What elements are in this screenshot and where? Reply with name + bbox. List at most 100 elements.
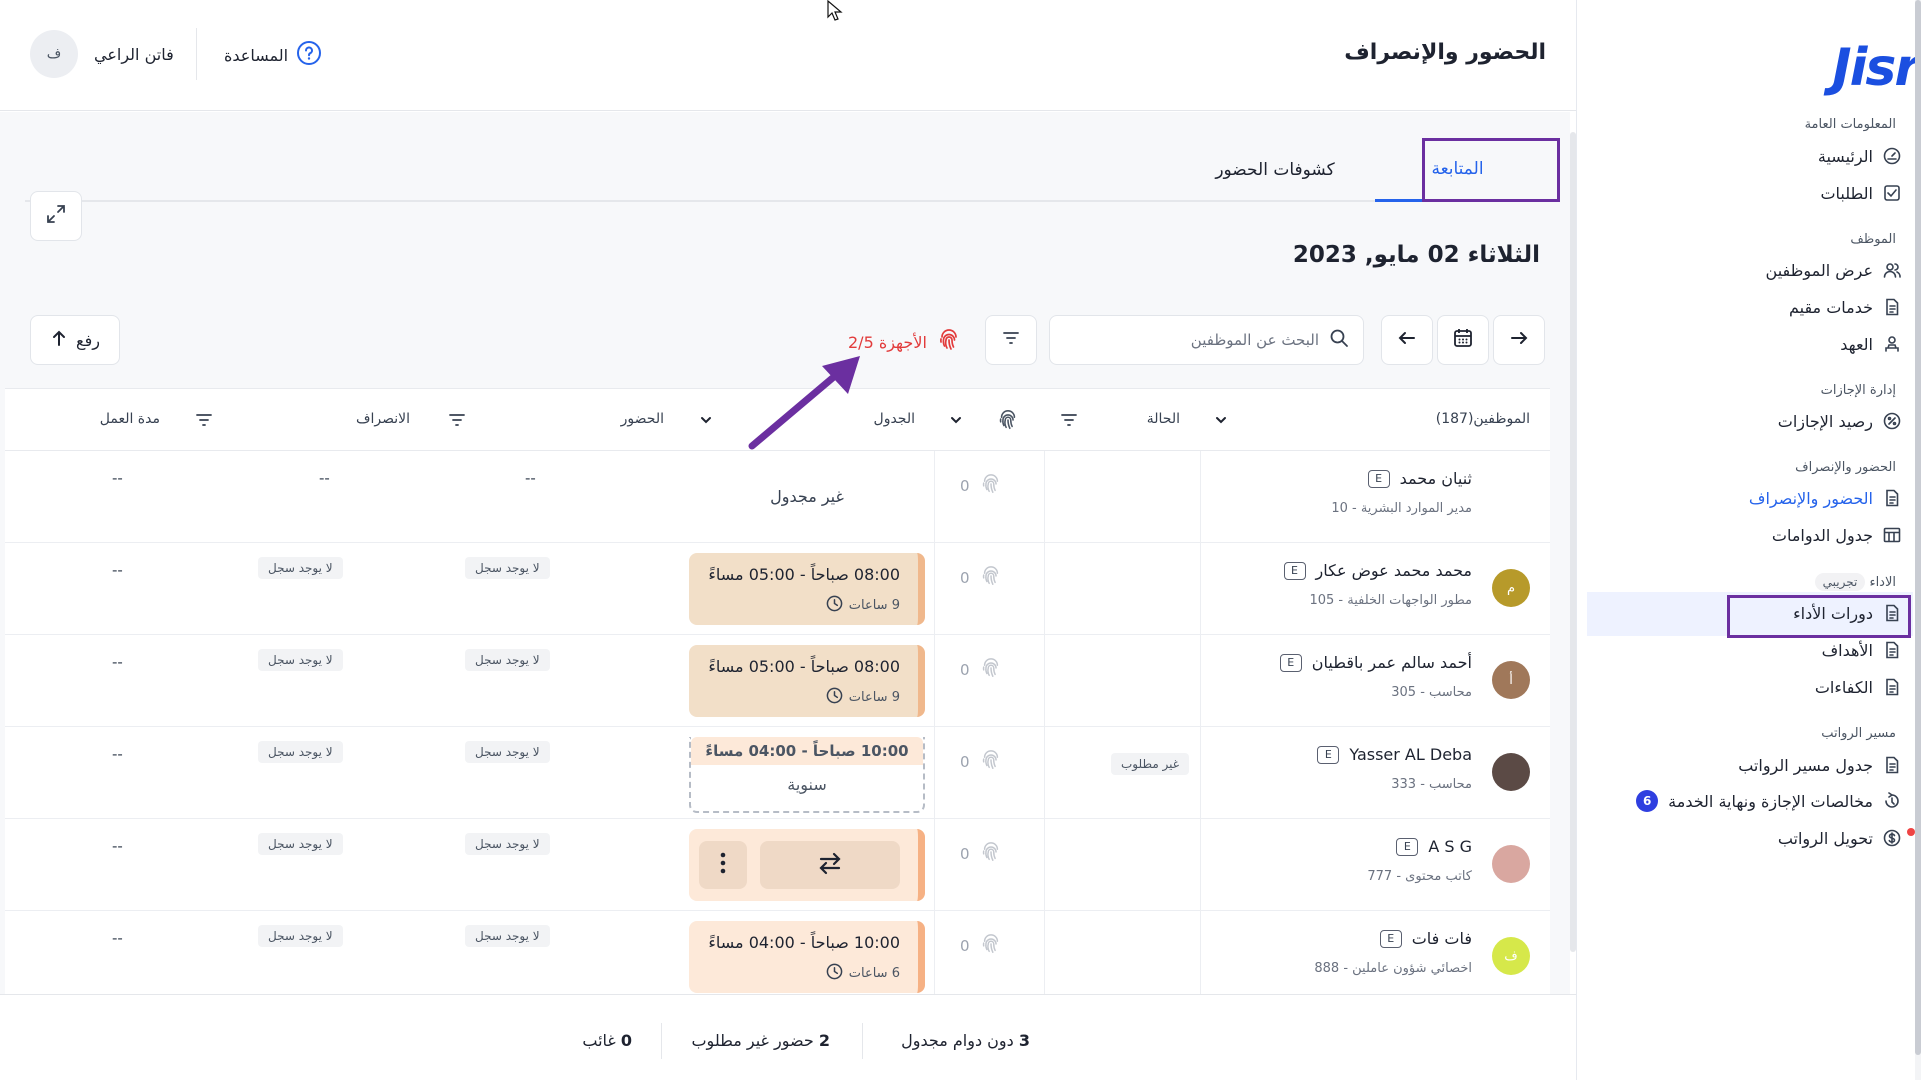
employee-position: محاسب - 333 bbox=[1391, 777, 1472, 792]
summary-footer: 3 دون دوام مجدول 2 حضور غير مطلوب 0 غائب bbox=[0, 994, 1576, 1080]
sidebar-section-label: الموظف bbox=[1850, 232, 1896, 247]
user-menu[interactable]: ف فاتن الراعي bbox=[30, 30, 174, 78]
chevron-down-icon[interactable] bbox=[945, 409, 967, 431]
search-input[interactable] bbox=[1079, 331, 1319, 349]
sidebar-scrollbar[interactable] bbox=[1915, 0, 1921, 1080]
users-icon bbox=[1883, 261, 1901, 279]
sidebar-item-5-0[interactable]: جدول مسير الرواتب bbox=[1738, 751, 1901, 779]
sidebar-item-label: العهد bbox=[1840, 334, 1873, 354]
filter-icon[interactable] bbox=[193, 409, 215, 431]
previous-day-button[interactable] bbox=[1381, 315, 1433, 365]
document-icon bbox=[1883, 678, 1901, 696]
punch-count: 0 bbox=[960, 657, 1002, 683]
sidebar-item-1-0[interactable]: عرض الموظفين bbox=[1766, 256, 1901, 284]
punch-count: 0 bbox=[960, 565, 1002, 591]
sidebar-item-label: الكفاءات bbox=[1814, 677, 1873, 697]
sidebar-item-label: عرض الموظفين bbox=[1765, 260, 1873, 280]
sidebar-item-label: مخالصات الإجازة ونهاية الخدمة bbox=[1668, 791, 1873, 811]
sidebar-item-label: تحويل الرواتب bbox=[1777, 828, 1873, 848]
sidebar-item-label: الحضور والإنصراف bbox=[1748, 488, 1873, 508]
fingerprint-icon bbox=[980, 841, 1002, 867]
filter-icon[interactable] bbox=[1058, 409, 1080, 431]
table-row[interactable]: أ أحمد سالم عمر باقطيان E محاسب - 305 0 … bbox=[5, 635, 1550, 727]
filter-icon[interactable] bbox=[446, 409, 468, 431]
schedule-card[interactable]: 08:00 صباحاً - 05:00 مساءً 9 ساعات bbox=[689, 645, 925, 717]
check-out-value: لا يوجد سجل bbox=[258, 925, 343, 947]
check-in-value: لا يوجد سجل bbox=[465, 925, 550, 947]
swap-icon bbox=[817, 851, 843, 879]
search-box[interactable] bbox=[1049, 315, 1364, 365]
employee-name[interactable]: ثنيان محمد E bbox=[1367, 469, 1472, 488]
sidebar-item-4-1[interactable]: الأهداف bbox=[1822, 636, 1901, 664]
employee-type-badge: E bbox=[1279, 653, 1302, 672]
stat-not-required: 2 حضور غير مطلوب bbox=[691, 1031, 830, 1050]
document-icon bbox=[1883, 489, 1901, 507]
avatar[interactable]: أ bbox=[1492, 661, 1530, 699]
fingerprint-icon bbox=[980, 657, 1002, 683]
beta-badge: تجريبي bbox=[1814, 573, 1866, 591]
sidebar-scroll-thumb[interactable] bbox=[1915, 0, 1921, 1055]
sidebar-item-4-2[interactable]: الكفاءات bbox=[1815, 673, 1901, 701]
col-employees[interactable]: الموظفين(187) bbox=[1436, 411, 1530, 427]
check-out-value: -- bbox=[319, 469, 330, 487]
jisr-logo[interactable]: Jisr bbox=[1818, 38, 1920, 98]
sidebar-item-1-2[interactable]: العهد bbox=[1840, 330, 1901, 358]
employee-name[interactable]: محمد محمد عوض عكار E bbox=[1283, 561, 1472, 580]
table-row[interactable]: A S G E كاتب محتوى - 777 0 لا يوجد سجل ل… bbox=[5, 819, 1550, 911]
content-area: المتابعة كشوفات الحضور الثلاثاء 02 مايو,… bbox=[0, 112, 1570, 1003]
avatar[interactable]: م bbox=[1492, 569, 1530, 607]
sidebar-item-1-1[interactable]: خدمات مقيم bbox=[1789, 293, 1901, 321]
employee-type-badge: E bbox=[1317, 745, 1340, 764]
avatar[interactable]: ف bbox=[30, 30, 78, 78]
schedule-card[interactable]: 08:00 صباحاً - 05:00 مساءً 9 ساعات bbox=[689, 553, 925, 625]
sidebar-item-3-1[interactable]: جدول الدوامات bbox=[1772, 521, 1901, 549]
sidebar-item-2-0[interactable]: رصيد الإجازات bbox=[1778, 407, 1901, 435]
employee-name[interactable]: أحمد سالم عمر باقطيان E bbox=[1279, 653, 1472, 672]
more-options-button[interactable] bbox=[699, 841, 747, 889]
sidebar-item-5-1[interactable]: مخالصات الإجازة ونهاية الخدمة 6 bbox=[1636, 787, 1901, 815]
annotation-highlight-sidebar bbox=[1727, 595, 1911, 638]
percent-icon bbox=[1883, 412, 1901, 430]
schedule-hours: 9 ساعات bbox=[826, 687, 900, 708]
help-link[interactable]: المساعدة bbox=[224, 40, 322, 70]
stat-absent: 0 غائب bbox=[582, 1031, 632, 1050]
date-title: الثلاثاء 02 مايو, 2023 bbox=[1292, 242, 1540, 268]
schedule-hours: 9 ساعات bbox=[826, 595, 900, 616]
attendance-table: الموظفين(187) الحالة الجدول الحضور الانص… bbox=[5, 388, 1550, 1003]
expand-button[interactable] bbox=[30, 191, 82, 241]
sidebar-item-label: الرئيسية bbox=[1817, 146, 1873, 166]
header-divider bbox=[196, 28, 197, 80]
swap-shift-button[interactable] bbox=[760, 841, 900, 889]
sidebar-item-0-1[interactable]: الطلبات bbox=[1820, 179, 1901, 207]
table-row[interactable]: ف فات فات E اخصائي شؤون عاملين - 888 0 1… bbox=[5, 911, 1550, 1003]
footer-divider bbox=[661, 1023, 662, 1059]
document-icon bbox=[1883, 298, 1901, 316]
expand-icon bbox=[45, 203, 67, 229]
table-row[interactable]: ثنيان محمد E مدير الموارد البشرية - 10 0… bbox=[5, 451, 1550, 543]
chevron-down-icon[interactable] bbox=[695, 409, 717, 431]
sidebar-section-label: المعلومات العامة bbox=[1804, 117, 1896, 132]
table-row[interactable]: م محمد محمد عوض عكار E مطور الواجهات الخ… bbox=[5, 543, 1550, 635]
avatar[interactable] bbox=[1492, 845, 1530, 883]
employee-name[interactable]: Yasser AL Deba E bbox=[1317, 745, 1472, 764]
employee-name[interactable]: A S G E bbox=[1396, 837, 1472, 856]
sidebar-item-0-0[interactable]: الرئيسية bbox=[1818, 142, 1901, 170]
more-vertical-icon bbox=[720, 852, 726, 878]
next-day-button[interactable] bbox=[1493, 315, 1545, 365]
schedule-card[interactable]: 10:00 صباحاً - 04:00 مساءً 6 ساعات bbox=[689, 921, 925, 993]
avatar[interactable]: ف bbox=[1492, 937, 1530, 975]
employee-name[interactable]: فات فات E bbox=[1379, 929, 1472, 948]
leave-schedule-card[interactable]: 10:00 صباحاً - 04:00 مساءً سنوية bbox=[689, 737, 925, 813]
sidebar-item-3-0[interactable]: الحضور والإنصراف bbox=[1749, 484, 1901, 512]
upload-button[interactable]: رفع bbox=[30, 315, 120, 365]
sidebar-item-5-2[interactable]: تحويل الرواتب bbox=[1778, 824, 1901, 852]
filter-button[interactable] bbox=[985, 315, 1037, 365]
chevron-down-icon[interactable] bbox=[1210, 409, 1232, 431]
unscheduled-label: غير مجدول bbox=[770, 487, 844, 506]
arrow-right-icon bbox=[1509, 328, 1529, 352]
avatar[interactable] bbox=[1492, 753, 1530, 791]
tab-attendance-sheets[interactable]: كشوفات الحضور bbox=[1200, 138, 1350, 202]
calendar-button[interactable] bbox=[1437, 315, 1489, 365]
count-badge: 6 bbox=[1636, 790, 1659, 812]
table-row[interactable]: Yasser AL Deba E محاسب - 333 غير مطلوب 0… bbox=[5, 727, 1550, 819]
